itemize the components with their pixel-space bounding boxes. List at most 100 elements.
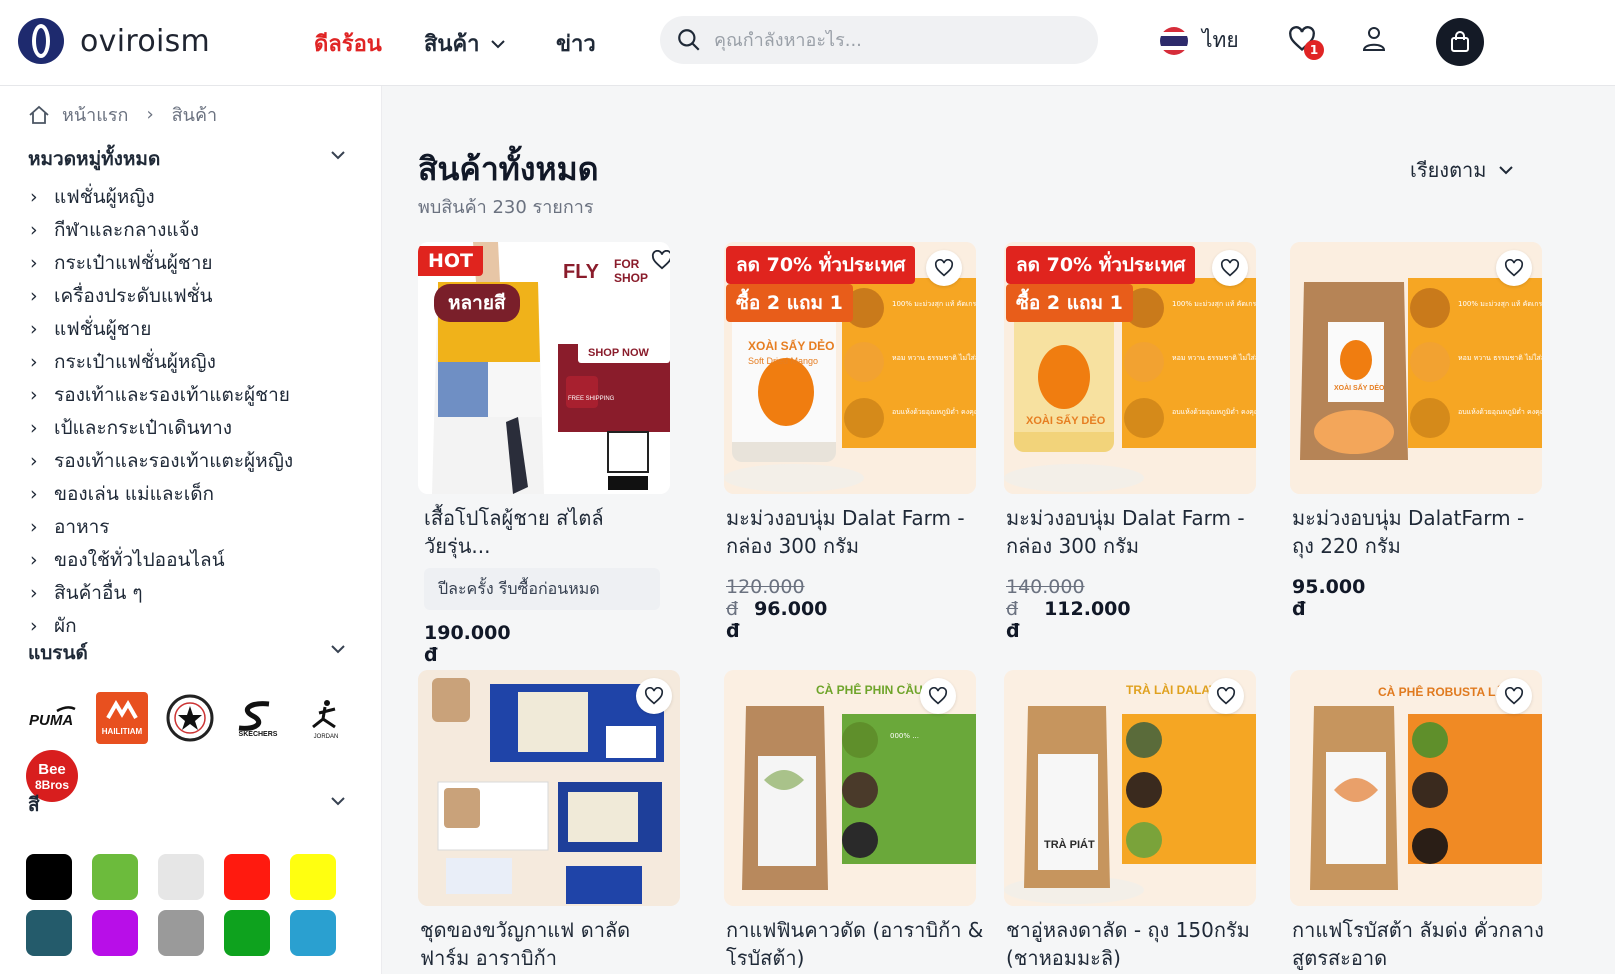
color-swatch[interactable] [26, 854, 72, 900]
chevron-right-icon: › [30, 614, 38, 637]
category-item[interactable]: › กีฬาและกลางแจ้ง [30, 213, 293, 246]
chevron-right-icon: › [30, 350, 38, 373]
wishlist-heart-button[interactable] [636, 678, 672, 714]
search-icon[interactable] [676, 27, 702, 53]
brand-skechers-logo[interactable]: SKECHERS [228, 692, 288, 744]
product-image[interactable]: CÀ PHÊ PHIN CẦU Đ 000% ... [724, 670, 976, 906]
search-input[interactable] [714, 29, 1074, 51]
color-swatch[interactable] [224, 910, 270, 956]
nav-products[interactable]: สินค้า [424, 26, 506, 61]
category-item[interactable]: › สินค้าอื่น ๆ [30, 576, 293, 609]
svg-text:CÀ PHÊ ROBUSTA LÂN: CÀ PHÊ ROBUSTA LÂN [1378, 684, 1513, 699]
wishlist-heart-button[interactable] [926, 250, 962, 286]
color-swatch[interactable] [158, 854, 204, 900]
color-swatch[interactable] [26, 910, 72, 956]
brand-puma-logo[interactable]: PUMA [26, 692, 78, 744]
chevron-right-icon: › [30, 416, 38, 439]
category-item[interactable]: › แฟชั่นผู้ชาย [30, 312, 293, 345]
color-swatch[interactable] [158, 910, 204, 956]
chevron-right-icon: › [30, 185, 38, 208]
category-item[interactable]: › แฟชั่นผู้หญิง [30, 180, 293, 213]
nav-hot-deals[interactable]: ดีลร้อน [314, 26, 382, 61]
nav-news[interactable]: ข่าว [556, 26, 596, 61]
category-label: ของเล่น แม่และเด็ก [54, 482, 215, 505]
category-item[interactable]: › ของใช้ทั่วไปออนไลน์ [30, 543, 293, 576]
chevron-right-icon: › [30, 449, 38, 472]
product-image[interactable]: TRÀ LÀI DALAT TRÀ PIÁT [1004, 670, 1256, 906]
product-image[interactable] [418, 670, 680, 906]
product-image[interactable]: CÀ PHÊ ROBUSTA LÂN [1290, 670, 1542, 906]
heart-icon [651, 250, 670, 270]
category-item[interactable]: › รองเท้าและรองเท้าแตะผู้หญิง [30, 444, 293, 477]
buy2get1-badge: ซื้อ 2 แถม 1 [726, 284, 853, 322]
heart-icon [1504, 687, 1524, 705]
color-swatch[interactable] [224, 854, 270, 900]
product-name[interactable]: มะม่วงอบนุ่ม Dalat Farm - กล่อง 300 กรัม [1006, 504, 1266, 560]
cart-button[interactable] [1436, 18, 1484, 66]
colors-collapse-chevron-icon[interactable] [330, 796, 346, 806]
wishlist-heart-button[interactable] [1496, 678, 1532, 714]
language-selector[interactable]: ไทย [1160, 24, 1239, 57]
chevron-right-icon: › [30, 548, 38, 571]
colors-title[interactable]: สี [28, 790, 40, 820]
svg-text:XOÀI SẤY DẺO: XOÀI SẤY DẺO [1026, 414, 1106, 427]
product-name[interactable]: เสื้อโปโลผู้ชาย สไตล์วัยรุ่น... [424, 504, 624, 560]
product-price: 96.000 đ [726, 598, 828, 642]
category-label: แฟชั่นผู้ชาย [54, 317, 152, 340]
top-header: oviroism ดีลร้อน สินค้า ข่าว ไทย 1 [0, 0, 1615, 86]
logo-mark-icon [18, 18, 64, 64]
svg-text:FOR: FOR [614, 257, 640, 271]
breadcrumb-home[interactable]: หน้าแรก [62, 100, 128, 129]
wishlist-button[interactable]: 1 [1288, 26, 1324, 60]
brands-collapse-chevron-icon[interactable] [330, 644, 346, 654]
product-image[interactable]: FLY FOR SHOP Áo Thun Polo Counter Size -… [418, 242, 670, 494]
category-item[interactable]: › กระเป๋าแฟชั่นผู้ชาย [30, 246, 293, 279]
wishlist-heart-button[interactable] [1208, 678, 1244, 714]
brand-jordan-logo[interactable]: JORDAN [300, 692, 352, 744]
product-name[interactable]: มะม่วงอบนุ่ม DalatFarm - ถุง 220 กรัม [1292, 504, 1552, 560]
category-item[interactable]: › รองเท้าและรองเท้าแตะผู้ชาย [30, 378, 293, 411]
product-image[interactable]: XOÀI SẤY DẺO Soft Dried Mango 100% มะม่ว… [724, 242, 976, 494]
categories-title[interactable]: หมวดหมู่ทั้งหมด [28, 144, 160, 174]
product-name[interactable]: มะม่วงอบนุ่ม Dalat Farm - กล่อง 300 กรัม [726, 504, 986, 560]
brand-hailitiam-logo[interactable]: HAILITIAM [96, 692, 148, 744]
brands-title[interactable]: แบรนด์ [28, 638, 88, 668]
category-item[interactable]: › เป้และกระเป๋าเดินทาง [30, 411, 293, 444]
wishlist-heart-button[interactable] [1212, 250, 1248, 286]
product-name[interactable]: ชุดของขวัญกาแฟ ดาลัดฟาร์ม อาราบิก้า [420, 916, 650, 972]
sort-dropdown[interactable]: เรียงตาม [1410, 154, 1514, 186]
product-name[interactable]: ชาอู่หลงดาลัด - ถุง 150กรัม (ชาหอมมะลิ) [1006, 916, 1266, 972]
color-swatch[interactable] [290, 854, 336, 900]
category-item[interactable]: › กระเป๋าแฟชั่นผู้หญิง [30, 345, 293, 378]
home-icon[interactable] [28, 105, 50, 125]
product-name[interactable]: กาแฟโรบัสต้า ลัมด่ง คั่วกลาง สูตรสะอาด [1292, 916, 1552, 972]
category-label: กระเป๋าแฟชั่นผู้หญิง [54, 350, 216, 373]
svg-text:หอม หวาน ธรรมชาติ ไม่ใส่สารปรุ: หอม หวาน ธรรมชาติ ไม่ใส่สารปรุงแต่ง [1172, 353, 1256, 362]
filter-sidebar: หน้าแรก › สินค้า หมวดหมู่ทั้งหมด › แฟชั่น… [0, 86, 382, 974]
svg-text:SKECHERS: SKECHERS [239, 731, 278, 738]
svg-text:Soft Dried Mango: Soft Dried Mango [748, 356, 818, 366]
color-swatch[interactable] [92, 854, 138, 900]
logo[interactable]: oviroism [18, 18, 210, 64]
product-image[interactable]: XOÀI SẤY DẺO 100% มะม่วงสุก แท้ คัดเกรดพ… [1004, 242, 1256, 494]
svg-text:SHOP: SHOP [614, 271, 648, 285]
product-price: 190.000 đ [424, 622, 511, 666]
svg-text:8Bros: 8Bros [35, 778, 69, 792]
search-bar [660, 16, 1098, 64]
wishlist-heart-button[interactable] [1496, 250, 1532, 286]
chevron-right-icon: › [30, 482, 38, 505]
heart-icon [928, 687, 948, 705]
brand-converse-logo[interactable] [164, 692, 216, 744]
category-item[interactable]: › อาหาร [30, 510, 293, 543]
logo-text: oviroism [80, 23, 211, 59]
category-label: เครื่องประดับแฟชั่น [54, 284, 213, 307]
product-name[interactable]: กาแฟฟินคาวดัด (อาราบิก้า & โรบัสต้า) [726, 916, 986, 972]
account-button[interactable] [1362, 26, 1386, 56]
category-item[interactable]: › เครื่องประดับแฟชั่น [30, 279, 293, 312]
categories-collapse-chevron-icon[interactable] [330, 150, 346, 160]
category-item[interactable]: › ของเล่น แม่และเด็ก [30, 477, 293, 510]
color-swatch[interactable] [290, 910, 336, 956]
wishlist-heart-button[interactable] [920, 678, 956, 714]
color-swatch[interactable] [92, 910, 138, 956]
product-image[interactable]: XOÀI SẤY DẺO 100% มะม่วงสุก แท้ คัดเกรดพ… [1290, 242, 1542, 494]
